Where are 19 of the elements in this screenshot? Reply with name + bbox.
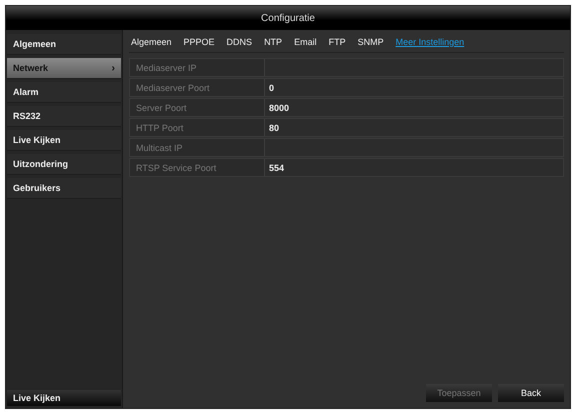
back-button[interactable]: Back	[498, 384, 564, 402]
tab[interactable]: PPPOE	[184, 37, 215, 47]
tab[interactable]: NTP	[264, 37, 282, 47]
sidebar-item[interactable]: Gebruikers	[7, 178, 121, 199]
sidebar-item[interactable]: Uitzondering	[7, 154, 121, 175]
window-title: Configuratie	[6, 6, 570, 30]
tab[interactable]: SNMP	[358, 37, 384, 47]
sidebar-item[interactable]: Netwerk ›	[7, 58, 121, 79]
live-view-button[interactable]: Live Kijken	[7, 390, 121, 406]
tab[interactable]: FTP	[328, 37, 346, 47]
arrow-icon: ›	[112, 62, 115, 74]
sidebar-item[interactable]: Live Kijken	[7, 130, 121, 151]
sidebar-item[interactable]: Algemeen	[7, 34, 121, 55]
tab[interactable]: DDNS	[226, 37, 252, 47]
tab[interactable]: Algemeen	[131, 37, 172, 47]
sidebar-item[interactable]: RS232	[7, 106, 121, 127]
tab[interactable]: Email	[294, 37, 317, 47]
tab[interactable]: Meer Instellingen	[396, 37, 464, 47]
sidebar-item[interactable]: Alarm	[7, 82, 121, 103]
